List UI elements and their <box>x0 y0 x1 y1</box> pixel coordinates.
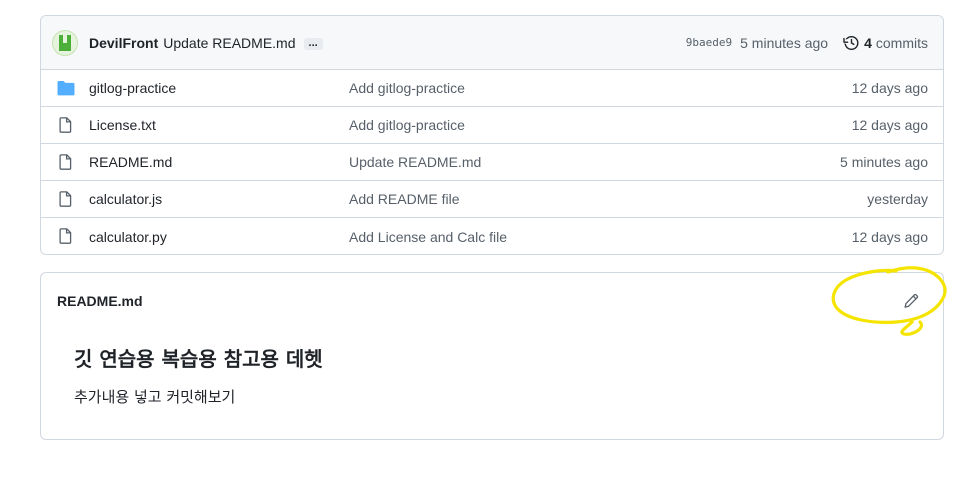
file-commit-message-link[interactable]: Add README file <box>349 191 459 207</box>
file-commit-date: 12 days ago <box>851 228 928 245</box>
commit-count: 4 <box>864 34 872 51</box>
file-row[interactable]: calculator.py Add License and Calc file … <box>41 218 943 254</box>
latest-commit-bar: DevilFront Update README.md ... 9baede9 … <box>41 16 943 70</box>
file-commit-date: 12 days ago <box>851 80 928 96</box>
file-commit-message-link[interactable]: Add gitlog-practice <box>349 117 465 133</box>
file-name-link[interactable]: gitlog-practice <box>89 80 176 96</box>
readme-filename: README.md <box>57 293 143 309</box>
readme-body-text: 추가내용 넣고 커밋해보기 <box>74 388 236 406</box>
readme-panel: README.md 깃 연습용 복습용 참고용 데헷 추가내용 넣고 커밋해보기 <box>40 272 944 440</box>
file-name-link[interactable]: License.txt <box>89 117 156 133</box>
file-commit-date: yesterday <box>867 191 928 207</box>
file-name-link[interactable]: calculator.js <box>89 191 162 207</box>
file-icon <box>59 117 72 133</box>
file-row[interactable]: calculator.js Add README file yesterday <box>41 181 943 218</box>
file-name-link[interactable]: README.md <box>89 154 172 170</box>
history-icon <box>843 35 859 50</box>
commit-history-link[interactable]: 4 commits <box>843 35 928 51</box>
file-icon <box>59 191 72 207</box>
pencil-icon[interactable] <box>903 293 919 309</box>
file-icon <box>59 154 72 170</box>
file-commit-message-link[interactable]: Add License and Calc file <box>349 229 507 245</box>
commit-message-link[interactable]: Update README.md <box>163 35 295 51</box>
file-commit-date: 12 days ago <box>851 117 928 133</box>
file-commit-date: 5 minutes ago <box>840 154 928 170</box>
commit-time: 5 minutes ago <box>740 34 829 51</box>
file-row[interactable]: License.txt Add gitlog-practice 12 days … <box>41 107 943 144</box>
file-commit-message-link[interactable]: Update README.md <box>349 154 481 170</box>
file-commit-message-link[interactable]: Add gitlog-practice <box>349 80 465 96</box>
expand-commit-message-button[interactable]: ... <box>303 37 323 50</box>
commit-author-link[interactable]: DevilFront <box>89 35 158 51</box>
folder-icon <box>57 81 75 96</box>
file-row[interactable]: README.md Update README.md 5 minutes ago <box>41 144 943 181</box>
file-listing: DevilFront Update README.md ... 9baede9 … <box>40 15 944 255</box>
readme-heading: 깃 연습용 복습용 참고용 데헷 <box>74 347 323 371</box>
file-icon <box>59 228 72 244</box>
file-row[interactable]: gitlog-practice Add gitlog-practice 12 d… <box>41 70 943 107</box>
commits-label: commits <box>875 34 928 51</box>
commit-sha-link[interactable]: 9baede9 <box>686 36 732 49</box>
avatar[interactable] <box>52 29 78 56</box>
file-name-link[interactable]: calculator.py <box>89 229 167 245</box>
